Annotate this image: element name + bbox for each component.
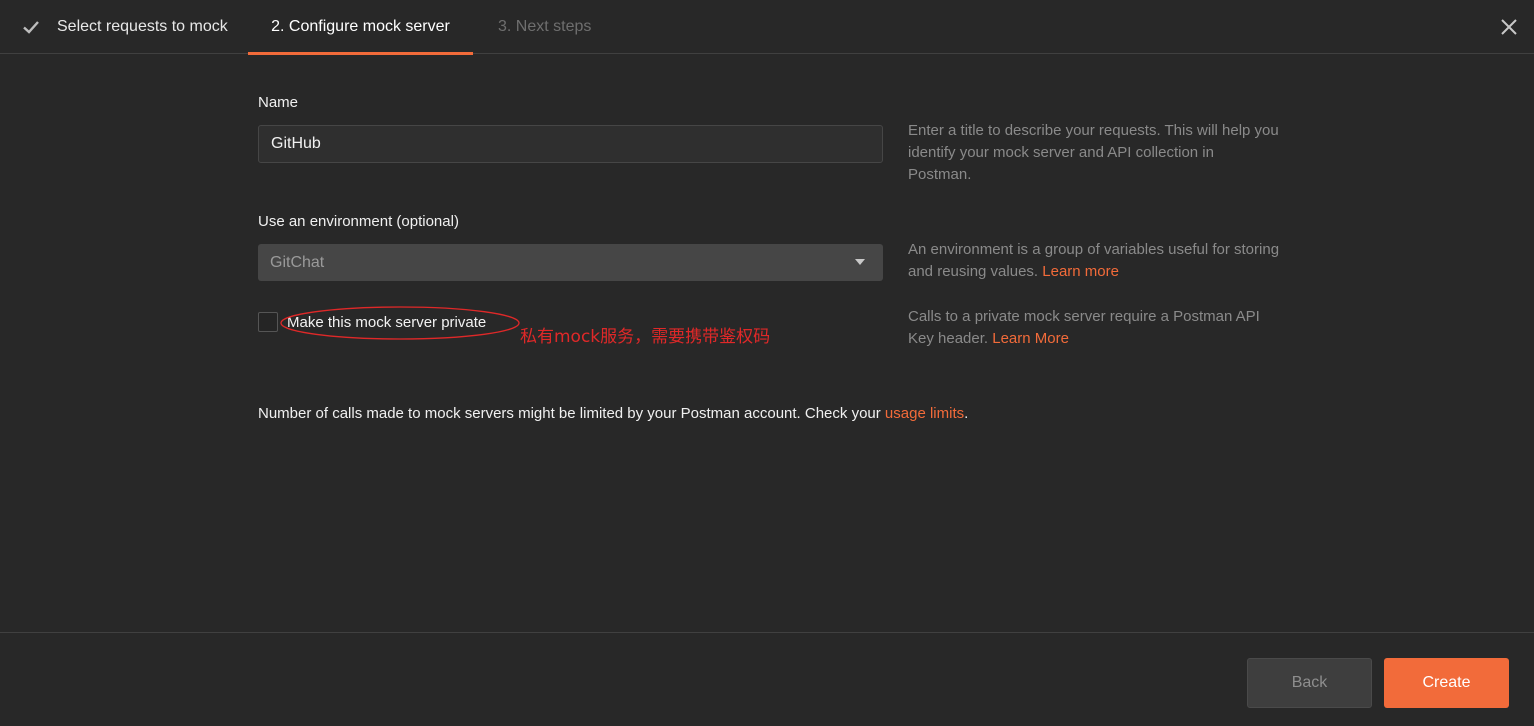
close-icon[interactable] <box>1500 18 1518 36</box>
active-tab-indicator <box>248 52 473 55</box>
environment-label: Use an environment (optional) <box>258 213 459 230</box>
annotation-ellipse <box>280 306 520 340</box>
private-learn-more-link[interactable]: Learn More <box>992 330 1069 347</box>
name-label: Name <box>258 94 299 111</box>
wizard-steps: Select requests to mock 2. Configure moc… <box>0 0 1534 55</box>
tab-label: 3. Next steps <box>498 18 592 35</box>
environment-selected-value: GitChat <box>270 253 325 271</box>
tab-next-steps: 3. Next steps <box>498 0 591 54</box>
tab-configure-mock-server[interactable]: 2. Configure mock server <box>248 0 473 55</box>
chevron-down-icon <box>855 259 865 265</box>
create-button[interactable]: Create <box>1384 658 1509 708</box>
environment-help: An environment is a group of variables u… <box>908 239 1280 283</box>
environment-select[interactable]: GitChat <box>258 244 883 281</box>
footer-divider <box>0 632 1534 633</box>
private-mock-checkbox[interactable] <box>258 312 278 332</box>
tab-label: Select requests to mock <box>57 18 228 35</box>
private-help: Calls to a private mock server require a… <box>908 306 1280 350</box>
check-icon <box>23 21 39 34</box>
usage-limits-link[interactable]: usage limits <box>885 405 964 422</box>
private-help-text: Calls to a private mock server require a… <box>908 308 1260 347</box>
usage-limits-note: Number of calls made to mock servers mig… <box>258 405 968 422</box>
tab-select-requests[interactable]: Select requests to mock <box>22 0 228 54</box>
usage-limits-text: Number of calls made to mock servers mig… <box>258 405 885 422</box>
name-input[interactable] <box>258 125 883 163</box>
usage-limits-suffix: . <box>964 405 969 422</box>
tab-label: 2. Configure mock server <box>271 18 450 35</box>
name-help-text: Enter a title to describe your requests.… <box>908 122 1279 183</box>
environment-learn-more-link[interactable]: Learn more <box>1042 263 1119 280</box>
annotation-text: 私有mock服务，需要携带鉴权码 <box>520 327 771 347</box>
back-button[interactable]: Back <box>1247 658 1372 708</box>
